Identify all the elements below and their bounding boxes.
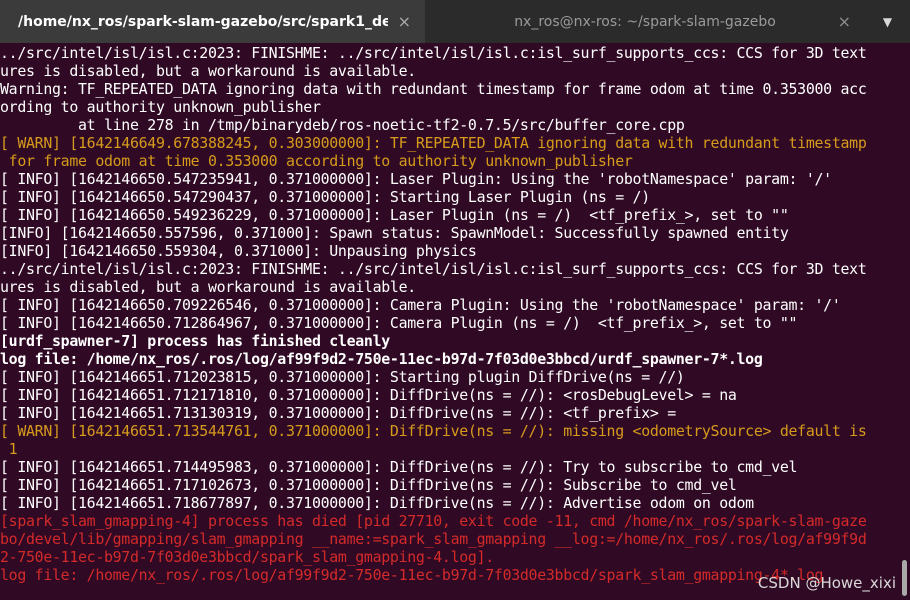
tab-inactive[interactable]: nx_ros@nx-ros: ~/spark-slam-gazebo × — [425, 0, 865, 43]
close-icon[interactable]: × — [838, 12, 851, 31]
terminal-line: for frame odom at time 0.353000 accordin… — [0, 152, 633, 170]
terminal-line: [ INFO] [1642146651.712171810, 0.3710000… — [0, 386, 737, 404]
terminal-line: [urdf_spawner-7] process has finished cl… — [0, 332, 390, 350]
terminal-line: ures is disabled, but a workaround is av… — [0, 278, 416, 296]
scrollbar[interactable] — [902, 560, 907, 596]
terminal-line: log file: /home/nx_ros/.ros/log/af99f9d2… — [0, 350, 763, 368]
tab-title: nx_ros@nx-ros: ~/spark-slam-gazebo — [514, 13, 776, 30]
terminal-line: ures is disabled, but a workaround is av… — [0, 62, 416, 80]
close-icon[interactable]: × — [398, 12, 411, 31]
tab-title: /home/nx_ros/spark-slam-gazebo/src/spark… — [18, 13, 388, 30]
terminal-line: at line 278 in /tmp/binarydeb/ros-noetic… — [0, 116, 685, 134]
watermark: CSDN @Howe_xixi — [757, 574, 896, 592]
terminal-line: ording to authority unknown_publisher — [0, 98, 321, 116]
terminal-line: [ INFO] [1642146650.549236229, 0.3710000… — [0, 206, 789, 224]
terminal-line: 2-750e-11ec-b97d-7f03d0e3bbcd/spark_slam… — [0, 548, 494, 566]
terminal-line: bo/devel/lib/gmapping/slam_gmapping __na… — [0, 530, 867, 548]
tab-active[interactable]: /home/nx_ros/spark-slam-gazebo/src/spark… — [0, 0, 425, 43]
terminal-line: [ INFO] [1642146650.547290437, 0.3710000… — [0, 188, 650, 206]
terminal-line: [ INFO] [1642146651.714495983, 0.3710000… — [0, 458, 798, 476]
terminal-line: [ INFO] [1642146651.712023815, 0.3710000… — [0, 368, 685, 386]
terminal-line: [spark_slam_gmapping-4] process has died… — [0, 512, 867, 530]
terminal-line: [ WARN] [1642146651.713544761, 0.3710000… — [0, 422, 867, 440]
terminal-line: Warning: TF_REPEATED_DATA ignoring data … — [0, 80, 867, 98]
terminal-line: [INFO] [1642146650.557596, 0.371000]: Sp… — [0, 224, 789, 242]
terminal-line: [ INFO] [1642146651.718677897, 0.3710000… — [0, 494, 754, 512]
terminal-output[interactable]: ../src/intel/isl/isl.c:2023: FINISHME: .… — [0, 44, 910, 600]
terminal-line: [ INFO] [1642146651.717102673, 0.3710000… — [0, 476, 737, 494]
terminal-line: [ INFO] [1642146650.547235941, 0.3710000… — [0, 170, 832, 188]
terminal-window: /home/nx_ros/spark-slam-gazebo/src/spark… — [0, 0, 910, 600]
terminal-line: ../src/intel/isl/isl.c:2023: FINISHME: .… — [0, 260, 867, 278]
terminal-line: 1 — [0, 440, 18, 458]
chevron-down-icon[interactable]: ▼ — [865, 0, 910, 43]
terminal-line: [ WARN] [1642146649.678388245, 0.3030000… — [0, 134, 867, 152]
terminal-line: [ INFO] [1642146651.713130319, 0.3710000… — [0, 404, 676, 422]
terminal-line: ../src/intel/isl/isl.c:2023: FINISHME: .… — [0, 44, 867, 62]
terminal-line: [ INFO] [1642146650.709226546, 0.3710000… — [0, 296, 841, 314]
terminal-line: [ INFO] [1642146650.712864967, 0.3710000… — [0, 314, 798, 332]
terminal-line: [INFO] [1642146650.559304, 0.371000]: Un… — [0, 242, 477, 260]
tab-bar: /home/nx_ros/spark-slam-gazebo/src/spark… — [0, 0, 910, 43]
